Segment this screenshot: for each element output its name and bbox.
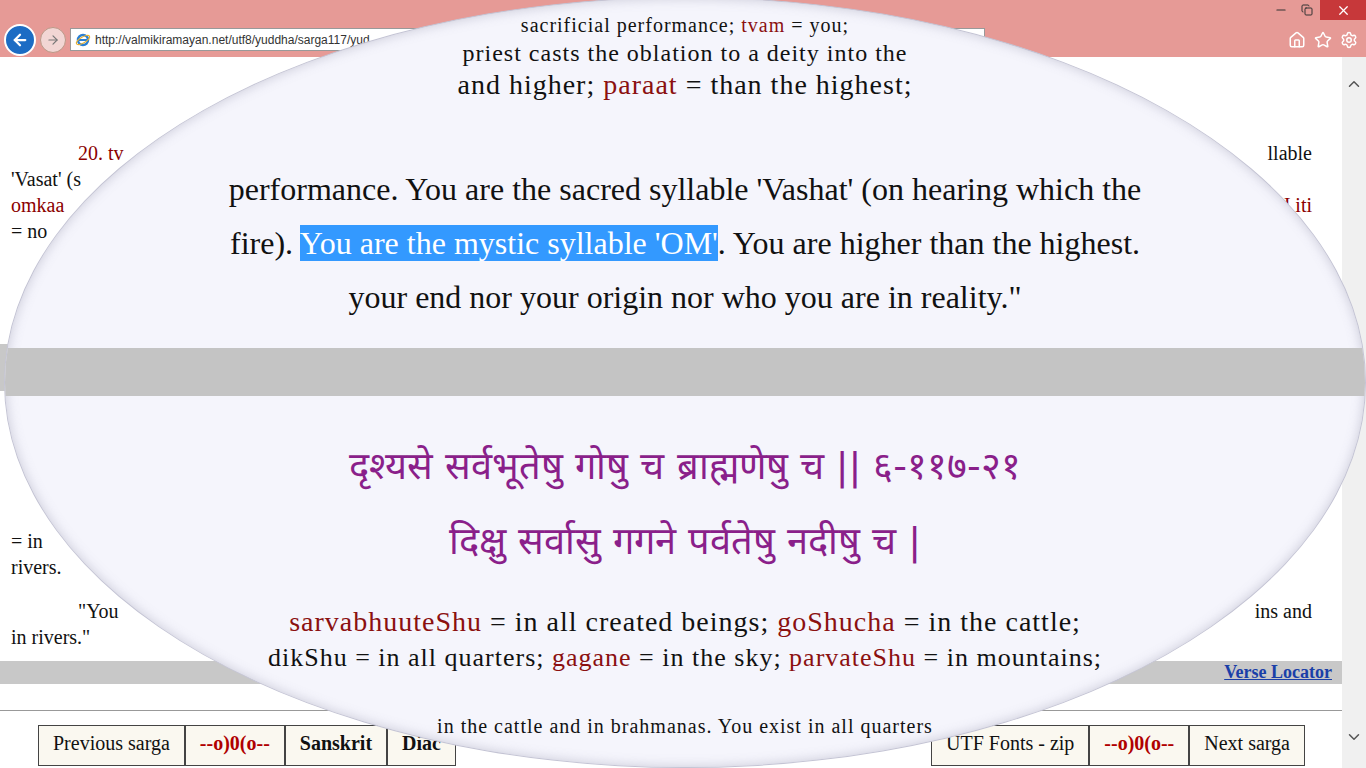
magnified-line: sarvabhuuteShu = in all created beings; …	[289, 604, 1081, 640]
text-fragment: = in	[11, 530, 43, 553]
magnified-line: dikShu = in all quarters; gagane = in th…	[268, 640, 1102, 676]
text-fragment: 'Vasat' (s	[11, 168, 81, 191]
magnified-line: your end nor your origin nor who you are…	[348, 270, 1021, 324]
text-segment: fire).	[230, 225, 300, 261]
text-fragment: "You	[11, 600, 119, 623]
settings-icon[interactable]	[1340, 31, 1358, 49]
back-button[interactable]	[4, 24, 36, 56]
text-segment: = in the sky;	[632, 643, 790, 672]
nav-button[interactable]: Previous sarga	[38, 725, 185, 766]
minimize-icon	[1274, 3, 1288, 17]
forward-button[interactable]	[40, 27, 66, 53]
text-segment: sarvabhuuteShu	[289, 606, 482, 637]
forward-arrow-icon	[46, 33, 60, 47]
sanskrit-line: दिक्षु सर्वासु गगने पर्वतेषु नदीषु च |	[449, 511, 921, 571]
text-fragment: llable	[1268, 142, 1312, 165]
text-segment: = than the highest;	[678, 69, 913, 100]
text-segment: dikShu = in all quarters;	[268, 643, 552, 672]
favorites-icon[interactable]	[1314, 31, 1332, 49]
text-segment: parvateShu	[789, 643, 916, 672]
magnified-translation: performance. You are the sacred syllable…	[5, 162, 1365, 324]
text-fragment: rivers.	[11, 556, 62, 579]
selected-text: You are the mystic syllable 'OM'	[300, 225, 718, 261]
magnified-band	[5, 348, 1365, 396]
minimize-button[interactable]	[1268, 0, 1294, 20]
magnified-line: priest casts the oblation to a deity int…	[463, 38, 908, 68]
text-segment: priest casts the oblation to a deity int…	[463, 40, 908, 66]
text-segment: your end nor your origin nor who you are…	[348, 279, 1021, 315]
text-fragment: in rivers."	[11, 626, 90, 649]
text-fragment: omkaa	[11, 194, 64, 217]
url-text: http://valmikiramayan.net/utf8/yuddha/sa…	[95, 33, 370, 47]
verse-locator-link[interactable]: Verse Locator	[1224, 662, 1332, 683]
sanskrit-line: दृश्यसे सर्वभूतेषु गोषु च ब्राह्मणेषु च …	[349, 436, 1021, 496]
text-fragment: = no	[11, 220, 47, 243]
text-fragment: 20. tv	[11, 142, 124, 165]
browser-window: http://valmikiramayan.net/utf8/yuddha/sa…	[0, 0, 1366, 768]
restore-icon	[1301, 4, 1313, 16]
nav-button[interactable]: --o)0(o--	[185, 725, 285, 766]
text-segment: = you;	[785, 14, 849, 36]
magnified-line: and higher; paraat = than the highest;	[457, 68, 912, 102]
text-segment: gagane	[552, 643, 632, 672]
magnifier-lens: sacrificial performance; tvam = you;prie…	[4, 0, 1366, 768]
home-icon[interactable]	[1288, 31, 1306, 49]
text-segment: and higher;	[457, 69, 603, 100]
magnified-verse: दृश्यसे सर्वभूतेषु गोषु च ब्राह्मणेषु च …	[5, 436, 1365, 571]
nav-button[interactable]: --o)0(o--	[1089, 725, 1189, 766]
text-segment: = in all created beings;	[482, 606, 777, 637]
text-segment: in the cattle and in brahmanas. You exis…	[437, 715, 933, 737]
close-button[interactable]	[1320, 0, 1366, 20]
text-fragment: ins and	[1255, 600, 1312, 623]
close-icon	[1336, 3, 1351, 18]
magnified-line: sacrificial performance; tvam = you;	[521, 12, 849, 38]
text-segment: goShucha	[777, 606, 895, 637]
restore-button[interactable]	[1294, 0, 1320, 20]
scroll-down-icon[interactable]	[1345, 728, 1363, 746]
text-segment: performance. You are the sacred syllable…	[229, 171, 1142, 207]
toolbar-icons	[1288, 31, 1358, 49]
text-segment: = in mountains;	[916, 643, 1102, 672]
nav-button[interactable]: Sanskrit	[285, 725, 387, 766]
magnified-line: performance. You are the sacred syllable…	[229, 162, 1142, 216]
nav-button[interactable]: Next sarga	[1189, 725, 1305, 766]
text-segment: paraat	[603, 69, 677, 100]
text-segment: . You are higher than the highest.	[718, 225, 1140, 261]
text-segment: tvam	[741, 14, 785, 36]
text-segment: sacrificial performance;	[521, 14, 741, 36]
text-segment: = in the cattle;	[896, 606, 1081, 637]
back-arrow-icon	[11, 31, 29, 49]
magnified-line: in the cattle and in brahmanas. You exis…	[437, 708, 933, 744]
magnified-line: fire). You are the mystic syllable 'OM'.…	[230, 216, 1140, 270]
scroll-up-icon[interactable]	[1345, 75, 1363, 93]
ie-icon	[75, 32, 91, 48]
